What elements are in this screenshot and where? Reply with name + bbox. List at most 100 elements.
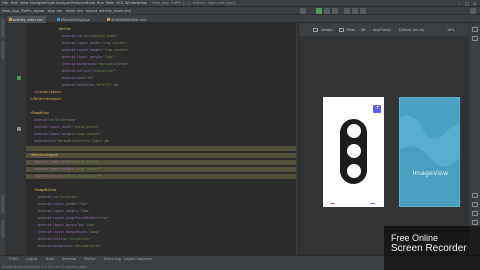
tab-activity-main[interactable]: activity_main.xml [8,16,46,23]
favorites-tool-tab[interactable] [1,220,5,238]
breadcrumb-src[interactable]: src [57,9,62,13]
code-line[interactable]: android:background="@drawable/red" [26,244,101,249]
zoom-level[interactable]: 16% [447,28,455,32]
gradle-icon[interactable] [472,27,478,32]
menu-help[interactable]: Help [139,1,147,5]
code-line[interactable]: android:layout_width="match_parent" [26,125,99,130]
breadcrumb-project[interactable]: Flow_App_Traffic_signal [2,9,44,13]
code-editor[interactable]: <Button android:id="@+id/button_green"and… [26,23,298,255]
menu-code[interactable]: Code [46,1,55,5]
search-icon[interactable] [470,8,476,14]
breadcrumb-layout[interactable]: layout [86,9,97,13]
code-line[interactable]: </RelativeLayout> [26,97,62,102]
menu-tools[interactable]: Tools [105,1,114,5]
menu-run[interactable]: Run [97,1,104,5]
red-button-preview[interactable] [331,203,335,204]
menu-window[interactable]: Window [125,1,139,5]
code-line[interactable]: android:id="@+id/image" [26,118,77,123]
code-line[interactable]: <ImageButton [26,188,56,193]
zoom-fit-icon[interactable] [472,211,478,216]
pan-icon[interactable] [472,220,478,225]
menu-view[interactable]: View [20,1,29,5]
device-selector[interactable]: Pixel [347,28,355,32]
zoom-in-icon[interactable] [472,193,478,198]
code-line[interactable]: android:layout_alignParentRight="true" [26,216,109,221]
debug-icon[interactable] [324,8,330,14]
code-line[interactable]: <Button [26,27,71,32]
profiler-tab[interactable]: Profiler [84,257,96,261]
color-swatch-icon[interactable] [17,76,21,80]
code-line[interactable]: </LinearLayout> [26,90,62,95]
sdk-manager-icon[interactable] [360,8,366,14]
layout-canvas[interactable]: ImageView [299,37,469,255]
code-line[interactable]: android:onClick="changeColor" [26,69,116,74]
green-light[interactable] [344,162,363,180]
breadcrumb-file[interactable]: activity_main.xml [99,9,131,13]
orientation-icon[interactable] [339,28,344,32]
run-icon[interactable] [316,8,322,14]
design-mode[interactable]: Design [321,28,333,32]
tab-manifest[interactable]: AndroidManifest.xml [106,16,149,23]
theme-selector[interactable]: AppTheme [373,28,391,32]
breadcrumb-main[interactable]: main [66,9,75,13]
minimize-icon[interactable]: – [458,1,460,6]
code-line[interactable]: android:layout_marginRight="10dp" [26,230,99,235]
blueprint-preview[interactable]: ImageView [399,97,460,207]
code-line[interactable]: android:layout_width="70dp" [26,202,88,207]
code-line[interactable]: <RelativeLayout [26,153,298,158]
code-line[interactable]: android:layout_height="70dp" [26,209,90,214]
menu-file[interactable]: File [2,1,8,5]
code-line[interactable]: android:src="@drawable/traffic_light" /> [26,139,109,144]
traffic-light-image[interactable] [340,119,367,184]
menu-edit[interactable]: Edit [11,1,18,5]
code-line[interactable]: android:text="GO" [26,76,94,81]
logcat-tab[interactable]: Logcat [26,257,37,261]
todo-tab[interactable]: TODO [8,257,18,261]
profile-icon[interactable] [332,8,338,14]
code-line[interactable]: android:layout_margin="16dp" [26,55,114,60]
code-line[interactable]: android:id="@+id/button_green" [26,34,118,39]
breadcrumb-res[interactable]: res [77,9,82,13]
menu-analyze[interactable]: Analyze [56,1,70,5]
breadcrumb-app[interactable]: app [48,9,55,13]
image-preview-icon[interactable] [17,127,21,131]
event-log-tab[interactable]: Event Log [104,257,121,261]
code-line[interactable] [26,146,298,151]
layout-validation-icon[interactable] [472,36,478,41]
menu-refactor[interactable]: Refactor [71,1,86,5]
add-button[interactable] [373,104,381,113]
code-line[interactable]: android:layout_marginTop="10dp" [26,223,96,228]
menu-vcs[interactable]: VCS [116,1,123,5]
design-surface-icon[interactable] [313,28,318,32]
menu-navigate[interactable]: Navigate [30,1,46,5]
design-preview[interactable] [323,97,384,207]
yellow-light[interactable] [344,142,363,160]
locale-selector[interactable]: Default (en-us) [399,28,425,32]
app-config-icon[interactable] [300,8,306,14]
avd-manager-icon[interactable] [352,8,358,14]
code-line[interactable]: android:layout_width="match_parent" [26,160,298,165]
terminal-tab[interactable]: Terminal [62,257,76,261]
code-line[interactable]: android:background="@drawable/green" [26,62,129,67]
api-selector[interactable]: 28 [361,28,365,32]
code-line[interactable]: android:id="@+id/red" [26,195,77,200]
code-line[interactable]: android:textColor="#FFFFFF" /> [26,83,118,88]
code-line[interactable]: <ImageView [26,111,49,116]
code-line[interactable]: android:layout_height="wrap_content" [26,132,101,137]
menu-build[interactable]: Build [86,1,95,5]
go-button-preview[interactable] [371,203,375,204]
layout-inspector-tab[interactable]: Layout Inspector [124,257,152,261]
red-light[interactable] [344,122,363,140]
code-line[interactable]: android:layout_height="wrap_content" [26,167,298,172]
maximize-icon[interactable]: □ [465,1,469,6]
close-icon[interactable]: × [473,1,476,6]
code-line[interactable]: android:layout_width="wrap_content" [26,41,127,46]
code-line[interactable]: android:layout_height="wrap_content" [26,48,129,53]
build-tab[interactable]: Build [46,257,55,261]
tab-main-activity[interactable]: MainActivity.java [56,16,92,23]
structure-tool-tab[interactable] [1,195,5,213]
sync-icon[interactable] [344,8,350,14]
project-tool-tab[interactable] [1,19,5,37]
code-line[interactable]: android:gravity="center_horizontal"> [26,174,298,179]
code-line[interactable]: android:onClick="changeColor" [26,237,92,242]
